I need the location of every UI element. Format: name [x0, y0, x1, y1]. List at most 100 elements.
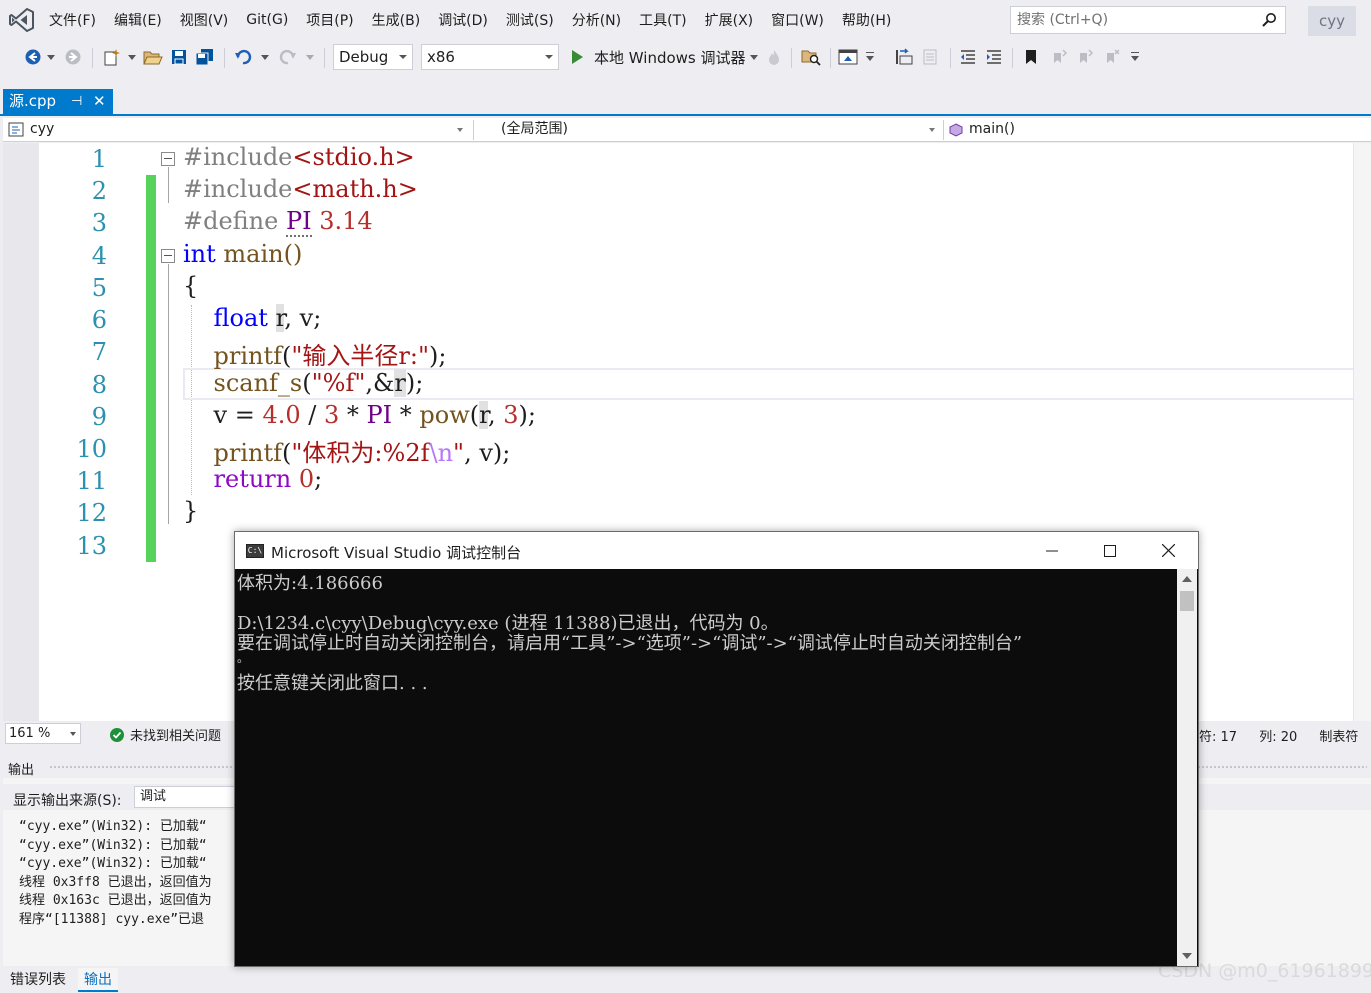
menu-extensions[interactable]: 扩展(X) [696, 10, 763, 30]
navigate-forward-icon[interactable] [62, 46, 84, 68]
code-text: ; [314, 465, 323, 493]
scroll-thumb[interactable] [1180, 591, 1194, 611]
menu-debug[interactable]: 调试(D) [429, 10, 497, 30]
menu-file[interactable]: 文件(F) [40, 10, 105, 30]
save-icon[interactable] [168, 46, 190, 68]
maximize-button[interactable] [1081, 532, 1139, 569]
string-literal: "输入半径r:" [291, 342, 430, 370]
console-scrollbar[interactable] [1177, 569, 1197, 966]
bookmark-icon[interactable] [1020, 46, 1042, 68]
output-text[interactable]: “cyy.exe”(Win32): 已加载“ “cyy.exe”(Win32):… [19, 818, 212, 929]
menu-project[interactable]: 项目(P) [297, 10, 362, 30]
menu-build[interactable]: 生成(B) [363, 10, 430, 30]
tab-output[interactable]: 输出 [78, 968, 118, 992]
code-line-3[interactable]: #define PI 3.14 [183, 207, 373, 237]
method-icon [949, 123, 963, 137]
code-line-12[interactable]: } [183, 497, 198, 525]
navigate-back-icon[interactable] [22, 46, 44, 68]
start-debugging-button[interactable]: 本地 Windows 调试器 [594, 47, 746, 68]
open-file-icon[interactable] [142, 46, 164, 68]
code-line-9[interactable]: v = 4.0 / 3 * PI * pow(r, 3); [183, 401, 536, 429]
tab-error-list[interactable]: 错误列表 [4, 968, 72, 992]
menu-window[interactable]: 窗口(W) [762, 10, 833, 30]
chevron-down-icon [457, 128, 463, 132]
undo-dropdown-icon[interactable] [259, 46, 271, 68]
back-dropdown-icon[interactable] [45, 46, 57, 68]
menu-analyze[interactable]: 分析(N) [563, 10, 630, 30]
redo-dropdown-icon[interactable] [304, 46, 316, 68]
debugger-dropdown-icon[interactable] [748, 46, 760, 68]
line-number: 11 [76, 467, 107, 495]
code-text: / [300, 401, 324, 429]
next-bookmark-icon[interactable] [1074, 46, 1096, 68]
tab-source-cpp[interactable]: 源.cpp ⊣ ✕ [3, 89, 113, 114]
configuration-value: Debug [339, 48, 389, 66]
new-project-icon[interactable] [100, 46, 124, 68]
menu-view[interactable]: 视图(V) [171, 10, 238, 30]
include-header: <stdio.h> [292, 143, 415, 171]
code-line-11[interactable]: return 0; [183, 465, 323, 493]
close-icon[interactable]: ✕ [93, 89, 106, 114]
undo-icon[interactable] [231, 46, 255, 68]
collapse-icon[interactable] [161, 249, 175, 263]
collapse-icon[interactable] [161, 152, 175, 166]
code-line-8[interactable]: scanf_s("%f",&r); [183, 369, 423, 397]
menu-edit[interactable]: 编辑(E) [105, 10, 171, 30]
find-in-files-icon[interactable] [799, 46, 823, 68]
search-box[interactable] [1010, 6, 1286, 34]
minimize-button[interactable] [1023, 532, 1081, 569]
user-badge[interactable]: cyy [1308, 6, 1356, 36]
code-line-10[interactable]: printf("体积为:%2f\n", v); [183, 433, 511, 468]
new-dropdown-icon[interactable] [126, 46, 138, 68]
search-input[interactable] [1017, 11, 1247, 29]
save-all-icon[interactable] [194, 46, 216, 68]
member-select[interactable]: main() [945, 118, 1371, 141]
indent-mode[interactable]: 制表符 [1319, 730, 1358, 745]
menu-help[interactable]: 帮助(H) [833, 10, 900, 30]
zoom-select[interactable]: 161 % [5, 723, 81, 744]
format-document-icon[interactable] [920, 46, 944, 68]
close-button[interactable] [1139, 532, 1197, 569]
code-text: ); [429, 342, 447, 370]
scroll-down-icon[interactable] [1182, 953, 1192, 959]
code-line-4[interactable]: int main() [183, 240, 302, 268]
code-line-2[interactable]: #include<math.h> [183, 175, 418, 203]
code-line-1[interactable]: #include<stdio.h> [183, 143, 415, 171]
issues-indicator[interactable]: 未找到相关问题 [109, 725, 221, 744]
macro-name: PI [366, 401, 393, 429]
project-select[interactable]: cyy [3, 118, 469, 141]
directive: #include [183, 175, 293, 203]
console-titlebar[interactable]: C:\ Microsoft Visual Studio 调试控制台 [235, 532, 1198, 569]
glyph-margin[interactable] [3, 143, 39, 721]
clear-bookmarks-icon[interactable] [1101, 46, 1123, 68]
previous-bookmark-icon[interactable] [1048, 46, 1070, 68]
configuration-select[interactable]: Debug [333, 44, 413, 70]
scroll-up-icon[interactable] [1182, 576, 1192, 582]
code-line-7[interactable]: printf("输入半径r:"); [183, 336, 447, 371]
redo-icon[interactable] [276, 46, 300, 68]
browser-link-icon[interactable] [836, 46, 860, 68]
visual-studio-logo-icon[interactable] [8, 6, 36, 34]
hot-reload-icon[interactable] [764, 46, 784, 68]
start-debugging-icon[interactable] [568, 46, 586, 68]
console-output[interactable]: 体积为:4.186666 D:\1234.c\cyy\Debug\cyy.exe… [235, 569, 1176, 966]
number-literal: 4.0 [262, 401, 301, 429]
step-into-icon[interactable] [892, 46, 916, 68]
platform-select[interactable]: x86 [421, 44, 559, 70]
toolbar-overflow-icon[interactable] [862, 46, 878, 68]
menu-test[interactable]: 测试(S) [497, 10, 563, 30]
code-text: ); [518, 401, 536, 429]
editor-scrollbar[interactable] [1353, 143, 1371, 721]
debug-console-window[interactable]: C:\ Microsoft Visual Studio 调试控制台 体积为:4.… [234, 531, 1199, 967]
menu-git[interactable]: Git(G) [237, 12, 297, 28]
pin-icon[interactable]: ⊣ [71, 89, 82, 114]
outdent-icon[interactable] [956, 46, 980, 68]
code-line-5[interactable]: { [183, 272, 198, 300]
indent-icon[interactable] [982, 46, 1006, 68]
code-line-6[interactable]: float r, v; [183, 304, 321, 332]
scope-select[interactable]: (全局范围) [477, 118, 941, 141]
menu-tools[interactable]: 工具(T) [630, 10, 695, 30]
function-call: printf [213, 342, 283, 370]
search-icon[interactable] [1261, 12, 1277, 28]
toolbar-overflow-icon[interactable] [1127, 46, 1143, 68]
